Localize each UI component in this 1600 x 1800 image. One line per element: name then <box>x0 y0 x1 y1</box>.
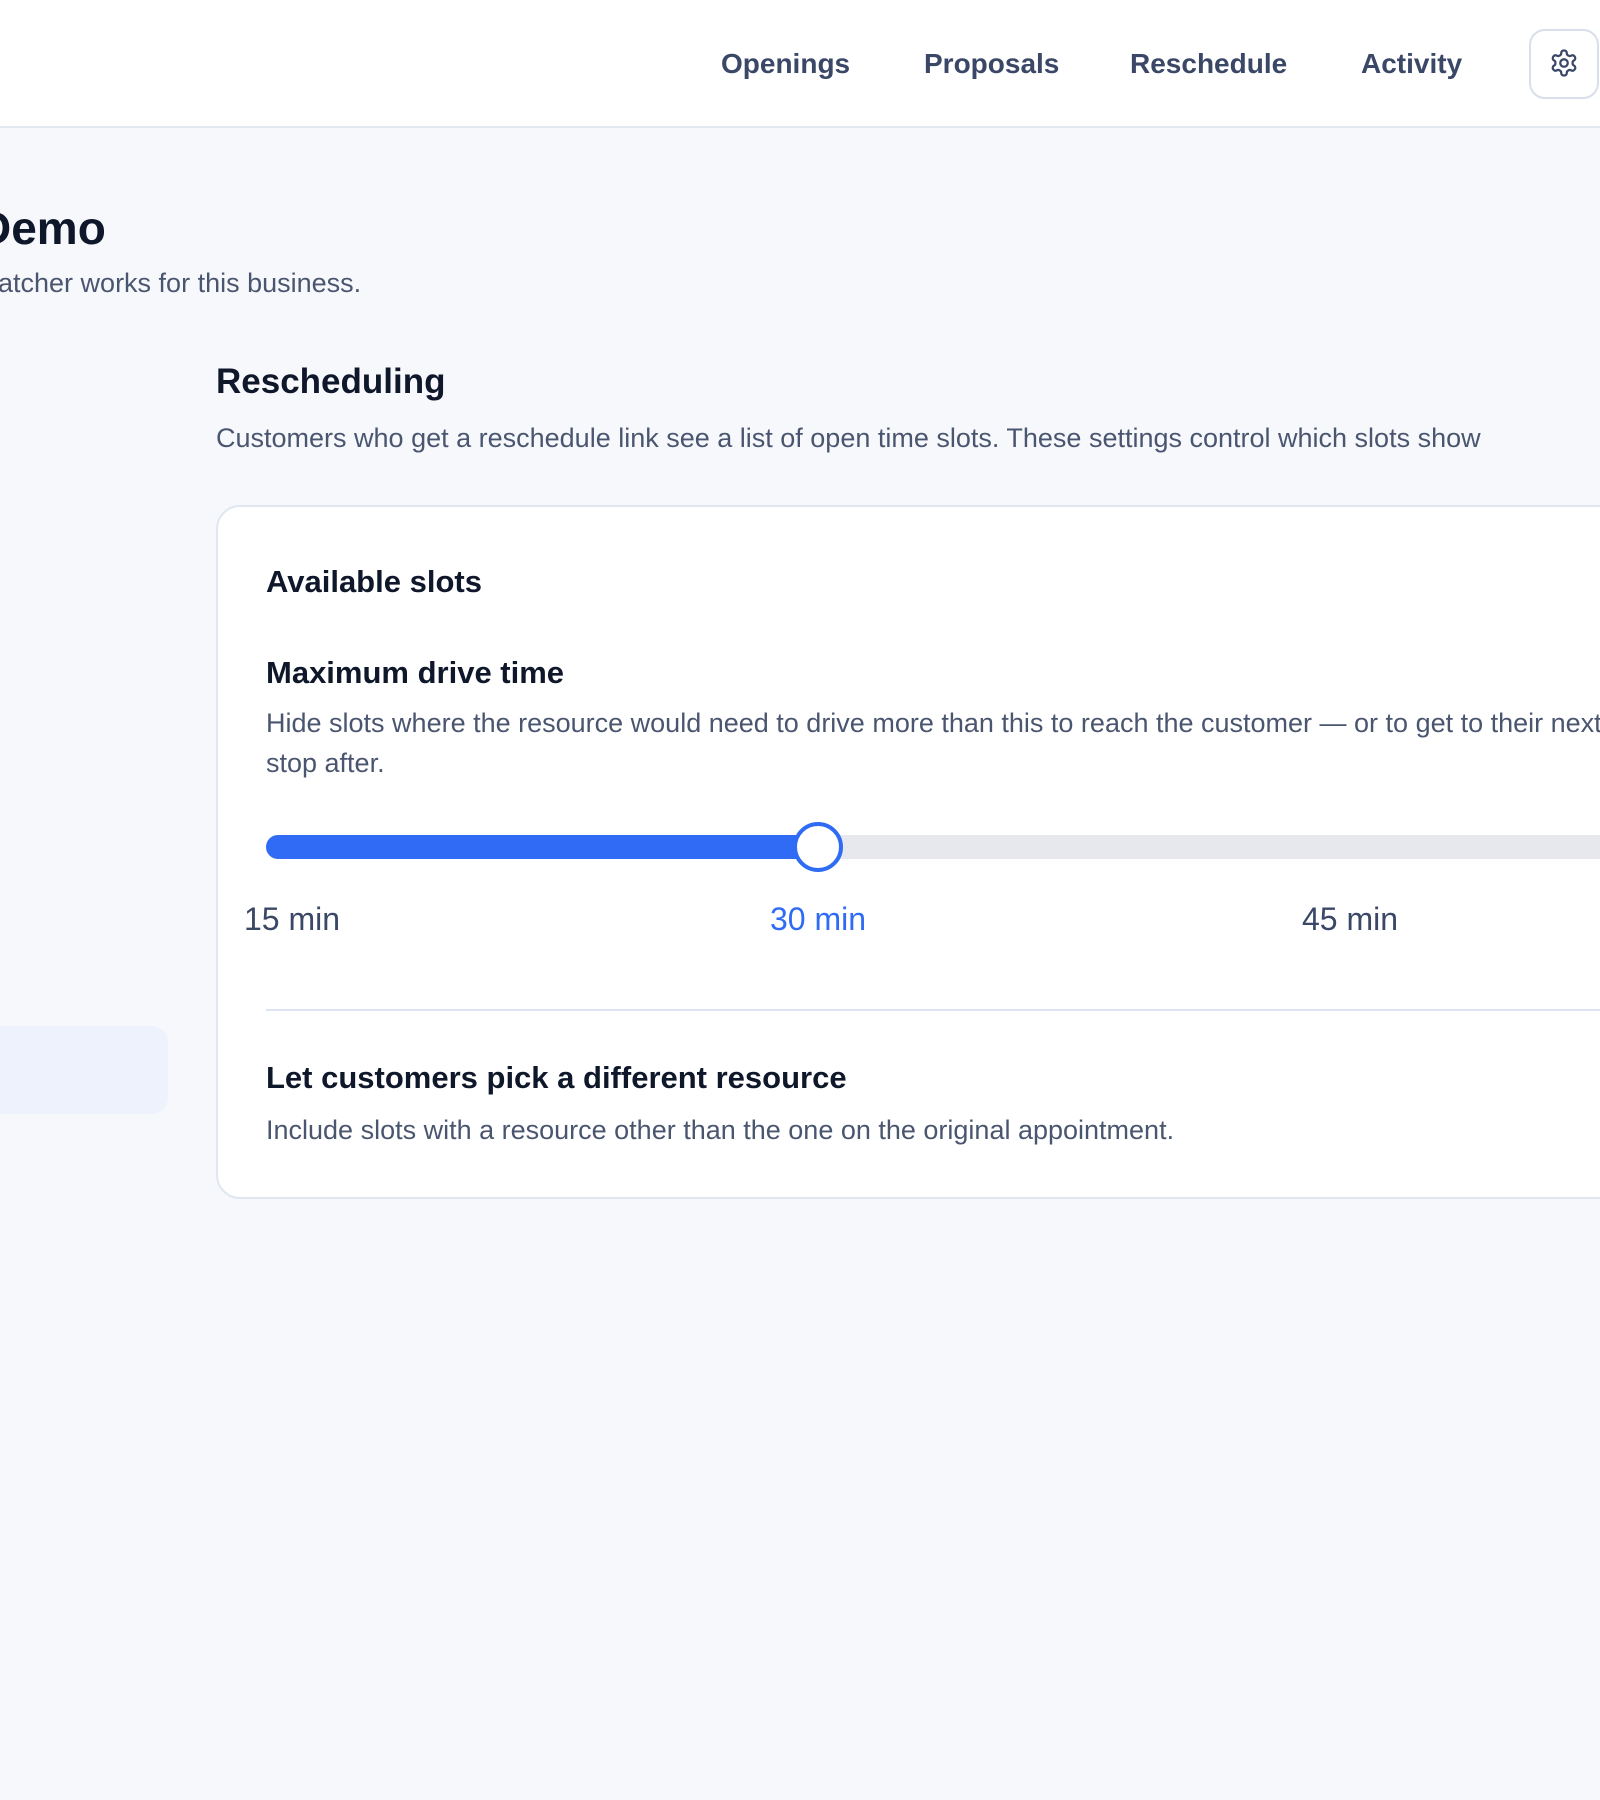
nav-activity[interactable]: Activity <box>1361 45 1462 83</box>
section-title: Rescheduling <box>216 362 446 401</box>
tick-label-30-selected[interactable]: 30 min <box>770 899 866 939</box>
slider-fill <box>266 835 818 859</box>
page-subtitle: Patcher works for this business. <box>0 268 362 298</box>
drive-time-slider[interactable] <box>266 822 1600 872</box>
drive-time-title: Maximum drive time <box>266 655 565 690</box>
drive-time-description: Hide slots where the resource would need… <box>266 708 1600 778</box>
section-description: Customers who get a reschedule link see … <box>216 423 1481 453</box>
tick-label-45[interactable]: 45 min <box>1302 899 1398 939</box>
top-nav-bar: Openings Proposals Reschedule Activity <box>0 0 1600 128</box>
available-slots-card: Available slots Maximum drive time Hide … <box>216 505 1600 1199</box>
card-title: Available slots <box>266 564 482 599</box>
different-resource-title: Let customers pick a different resource <box>266 1060 847 1095</box>
different-resource-description: Include slots with a resource other than… <box>266 1115 1175 1145</box>
settings-button[interactable] <box>1529 29 1599 99</box>
divider <box>266 1009 1600 1011</box>
nav-proposals[interactable]: Proposals <box>924 45 1059 83</box>
slider-thumb[interactable] <box>793 822 843 872</box>
nav-openings[interactable]: Openings <box>721 45 850 83</box>
nav-reschedule[interactable]: Reschedule <box>1130 45 1287 83</box>
page-title: Demo <box>0 202 106 254</box>
sidebar-item-active[interactable] <box>0 1026 168 1114</box>
gear-icon <box>1549 48 1579 81</box>
tick-label-15[interactable]: 15 min <box>244 899 340 939</box>
